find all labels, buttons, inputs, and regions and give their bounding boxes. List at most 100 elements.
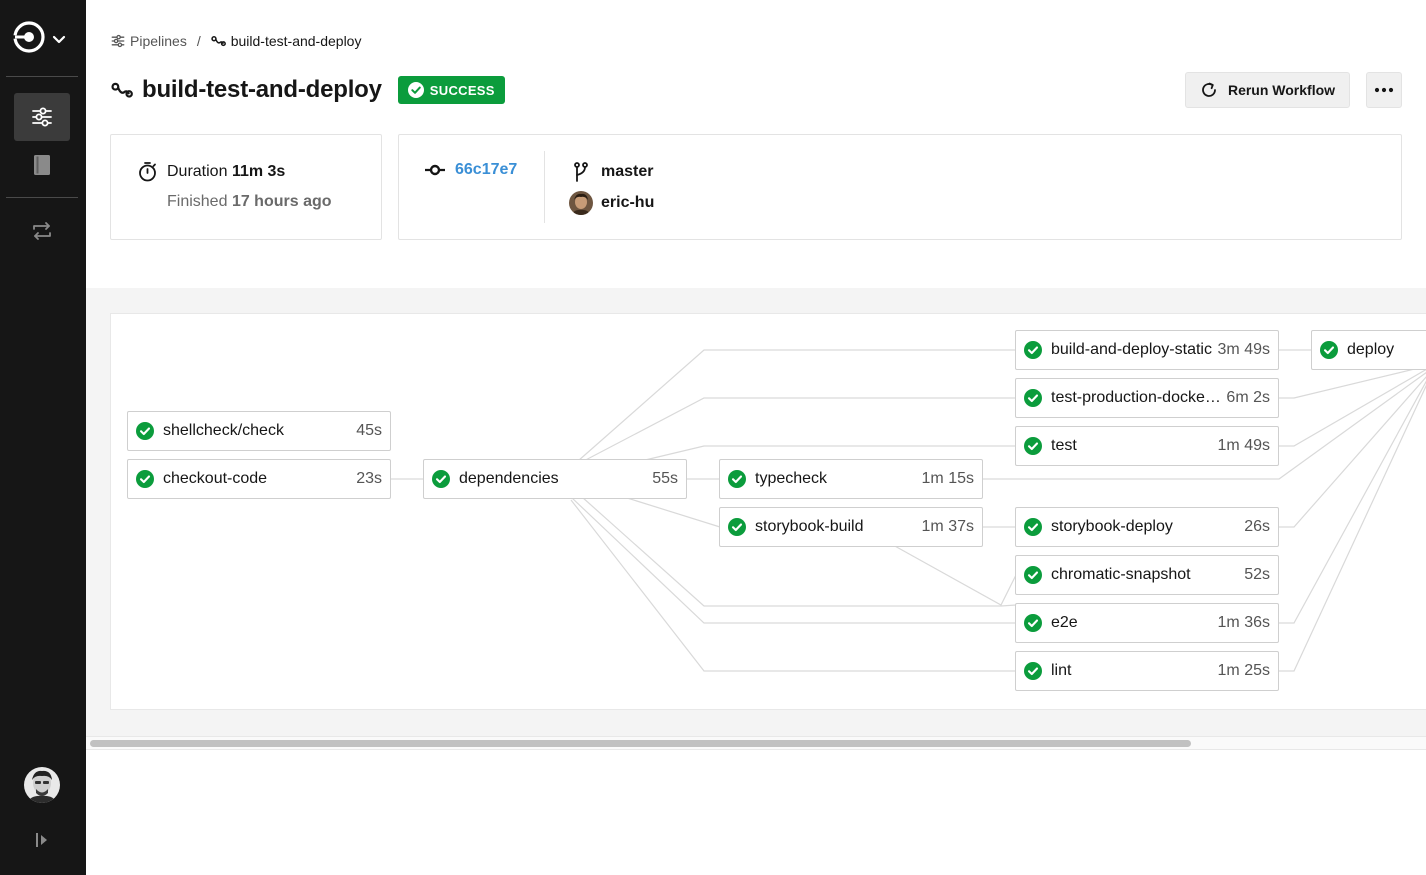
sidebar-item-pipelines[interactable] (14, 93, 70, 141)
breadcrumb-workflow[interactable]: build-test-and-deploy (211, 33, 362, 49)
workflow-graph: shellcheck/check 45s checkout-code 23s d… (110, 313, 1426, 710)
job-typecheck[interactable]: typecheck 1m 15s (719, 459, 983, 499)
commit-icon (425, 164, 445, 176)
job-shellcheck-check[interactable]: shellcheck/check 45s (127, 411, 391, 451)
check-circle-icon (1320, 341, 1338, 359)
check-circle-icon (136, 470, 154, 488)
job-dependencies[interactable]: dependencies 55s (423, 459, 687, 499)
job-checkout-code[interactable]: checkout-code 23s (127, 459, 391, 499)
job-duration: 1m 49s (1217, 437, 1270, 454)
rerun-label: Rerun Workflow (1227, 82, 1336, 98)
job-duration: 45s (356, 422, 382, 439)
finished-value: 17 hours ago (231, 193, 332, 210)
breadcrumb-pipelines[interactable]: Pipelines (111, 33, 187, 49)
breadcrumb: Pipelines / build-test-and-deploy (111, 32, 361, 50)
finished-label: Finished (167, 193, 228, 210)
job-name: storybook-build (755, 518, 864, 535)
check-circle-icon (1024, 614, 1042, 632)
status-label: SUCCESS (429, 82, 495, 98)
check-circle-icon (1024, 566, 1042, 584)
commit-row: 66c17e7 (425, 161, 517, 179)
job-name: test (1051, 437, 1077, 454)
check-circle-icon (407, 82, 424, 98)
more-actions-button[interactable] (1366, 72, 1402, 108)
job-name: typecheck (755, 470, 828, 487)
job-duration: 3m 49s (1217, 341, 1270, 358)
author-row: eric-hu (569, 191, 654, 215)
check-circle-icon (728, 518, 746, 536)
job-name: lint (1051, 662, 1072, 679)
job-e2e[interactable]: e2e 1m 36s (1015, 603, 1279, 643)
card-divider (544, 151, 545, 223)
branch-icon (571, 161, 591, 183)
duration-card: Duration 11m 3s Finished 17 hours ago (110, 134, 382, 240)
job-duration: 1m 37s (921, 518, 974, 535)
job-duration: 1m 15s (921, 470, 974, 487)
check-circle-icon (432, 470, 450, 488)
commit-card: 66c17e7 master eric-hu (398, 134, 1402, 240)
user-avatar[interactable] (24, 767, 60, 803)
sidebar-expand-icon (34, 831, 50, 849)
job-storybook-deploy[interactable]: storybook-deploy 26s (1015, 507, 1279, 547)
check-circle-icon (728, 470, 746, 488)
org-switcher[interactable] (12, 20, 74, 58)
job-test-production-docker[interactable]: test-production-docker… 6m 2s (1015, 378, 1279, 418)
check-circle-icon (136, 422, 154, 440)
status-badge: SUCCESS (397, 76, 505, 104)
check-circle-icon (1024, 437, 1042, 455)
job-deploy[interactable]: deploy (1311, 330, 1426, 370)
horizontal-scrollbar[interactable] (86, 736, 1426, 750)
workflow-icon (111, 81, 133, 99)
duration-row: Duration 11m 3s (137, 161, 285, 182)
rerun-workflow-button[interactable]: Rerun Workflow (1185, 72, 1350, 108)
refresh-icon (1200, 81, 1218, 99)
job-name: checkout-code (163, 470, 268, 487)
book-icon (33, 154, 51, 176)
duration-value: 11m 3s (231, 162, 286, 180)
swap-icon (31, 220, 53, 242)
job-name: dependencies (459, 470, 559, 487)
page-header: build-test-and-deploy SUCCESS (111, 74, 505, 106)
sidebar-item-projects[interactable] (14, 141, 70, 189)
sidebar-item-workflows[interactable] (14, 207, 70, 255)
sidebar-divider (6, 76, 78, 77)
pipelines-icon (31, 106, 53, 128)
job-duration: 23s (356, 470, 382, 487)
check-circle-icon (1024, 518, 1042, 536)
page-title: build-test-and-deploy (142, 76, 382, 103)
breadcrumb-workflow-label: build-test-and-deploy (230, 33, 362, 49)
expand-sidebar-button[interactable] (30, 828, 54, 852)
job-storybook-build[interactable]: storybook-build 1m 37s (719, 507, 983, 547)
check-circle-icon (1024, 389, 1042, 407)
circleci-logo-icon (12, 20, 46, 59)
duration-label: Duration (167, 162, 228, 180)
job-lint[interactable]: lint 1m 25s (1015, 651, 1279, 691)
job-build-and-deploy-static[interactable]: build-and-deploy-static 3m 49s (1015, 330, 1279, 370)
job-name: test-production-docker… (1051, 389, 1223, 406)
breadcrumb-pipelines-label: Pipelines (130, 33, 187, 49)
job-name: shellcheck/check (163, 422, 284, 439)
author-avatar (569, 191, 593, 215)
sidebar (0, 0, 86, 875)
job-test[interactable]: test 1m 49s (1015, 426, 1279, 466)
job-duration: 55s (652, 470, 678, 487)
finished-row: Finished 17 hours ago (167, 193, 332, 211)
job-name: build-and-deploy-static (1051, 341, 1212, 358)
job-duration: 52s (1244, 566, 1270, 583)
chevron-down-icon (51, 31, 67, 47)
job-chromatic-snapshot[interactable]: chromatic-snapshot 52s (1015, 555, 1279, 595)
job-duration: 1m 25s (1217, 662, 1270, 679)
stopwatch-icon (137, 161, 158, 182)
check-circle-icon (1024, 341, 1042, 359)
job-duration: 6m 2s (1226, 389, 1270, 406)
job-name: e2e (1051, 614, 1078, 631)
pipelines-icon (111, 34, 125, 48)
commit-hash-link[interactable]: 66c17e7 (455, 161, 517, 179)
branch-row: master (571, 161, 653, 183)
check-circle-icon (1024, 662, 1042, 680)
job-duration: 26s (1244, 518, 1270, 535)
scrollbar-thumb[interactable] (90, 740, 1191, 747)
job-name: storybook-deploy (1051, 518, 1173, 535)
job-name: deploy (1347, 341, 1395, 358)
branch-name: master (601, 163, 654, 180)
